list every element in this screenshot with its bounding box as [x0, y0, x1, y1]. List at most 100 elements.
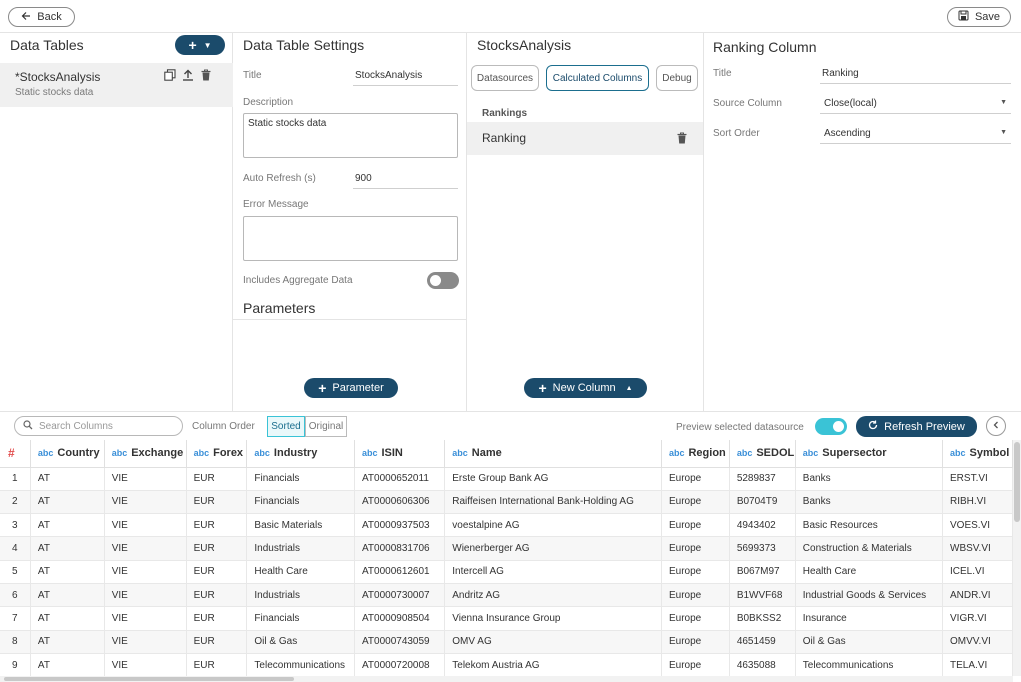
tab-datasources[interactable]: Datasources [471, 65, 539, 91]
back-button[interactable]: Back [8, 7, 75, 27]
table-row[interactable]: 7 AT VIE EUR Financials AT0000908504 Vienna In… [0, 606, 1013, 631]
save-button[interactable]: Save [947, 7, 1011, 27]
table-cell: AT0000831706 [354, 536, 446, 561]
table-cell: VIE [104, 630, 187, 654]
preview-grid: # abc Country abc Exchange abc Forex abc Industr… [0, 440, 1013, 676]
table-cell: Europe [661, 560, 730, 584]
table-cell: Oil & Gas [795, 630, 944, 654]
text-type-icon: abc [111, 448, 128, 459]
aggregate-toggle[interactable] [427, 272, 459, 289]
text-type-icon: abc [736, 448, 753, 459]
column-header-label: SEDOL [756, 447, 795, 460]
table-row[interactable]: 9 AT VIE EUR Telecommunications AT0000720008 T… [0, 653, 1013, 676]
table-row[interactable]: 4 AT VIE EUR Industrials AT0000831706 Wienerbe… [0, 536, 1013, 561]
chevron-left-icon [992, 421, 1000, 432]
data-tables-panel: Data Tables + ▼ *StocksAnalysis Static s… [0, 33, 233, 411]
search-columns-input[interactable]: Search Columns [14, 416, 183, 436]
source-column-select[interactable]: Close(local) ▼ [820, 98, 1011, 114]
add-parameter-button[interactable]: + Parameter [304, 378, 398, 398]
table-row[interactable]: 5 AT VIE EUR Health Care AT0000612601 Intercel… [0, 560, 1013, 584]
table-cell: AT [30, 653, 105, 676]
title-field[interactable]: StocksAnalysis [353, 70, 458, 86]
table-cell: Andritz AG [444, 583, 662, 608]
column-header-name[interactable]: abc Name [444, 440, 662, 468]
description-field[interactable]: Static stocks data [243, 113, 458, 158]
table-cell: Industrial Goods & Services [795, 583, 944, 608]
column-header-region[interactable]: abc Region [661, 440, 730, 468]
table-cell: AT0000720008 [354, 653, 446, 676]
table-cell: VIE [104, 606, 187, 631]
table-row[interactable]: 3 AT VIE EUR Basic Materials AT0000937503 voes… [0, 513, 1013, 538]
table-cell: B1WVF68 [729, 583, 796, 608]
column-header-isin[interactable]: abc ISIN [354, 440, 446, 468]
table-cell: VOES.VI [942, 513, 1013, 538]
new-column-button[interactable]: + New Column ▲ [524, 378, 647, 398]
table-row[interactable]: 6 AT VIE EUR Industrials AT0000730007 Andritz … [0, 583, 1013, 608]
text-type-icon: abc [802, 448, 819, 459]
error-message-field[interactable] [243, 216, 458, 261]
order-original-toggle[interactable]: Original [305, 416, 347, 437]
table-cell: VIGR.VI [942, 606, 1013, 631]
sort-order-select[interactable]: Ascending ▼ [820, 128, 1011, 144]
column-header-symbol[interactable]: abc Symbol [942, 440, 1013, 468]
save-label: Save [974, 11, 1001, 23]
datasource-panel: StocksAnalysis Datasources Calculated Co… [467, 33, 704, 411]
order-sorted-toggle[interactable]: Sorted [267, 416, 305, 437]
table-cell: Banks [795, 467, 944, 491]
column-header-industry[interactable]: abc Industry [246, 440, 355, 468]
table-cell: AT0000652011 [354, 467, 446, 491]
table-cell: ANDR.VI [942, 583, 1013, 608]
column-header-exchange[interactable]: abc Exchange [104, 440, 187, 468]
tab-debug[interactable]: Debug [656, 65, 698, 91]
refresh-preview-label: Refresh Preview [884, 420, 965, 433]
trash-icon[interactable] [200, 69, 212, 84]
table-cell: Industrials [246, 536, 355, 561]
column-header-label: ISIN [381, 447, 403, 460]
copy-icon[interactable] [164, 69, 176, 84]
table-row[interactable]: 2 AT VIE EUR Financials AT0000606306 Raiffeise… [0, 490, 1013, 515]
horizontal-scrollbar[interactable] [0, 676, 1013, 682]
row-number: 5 [0, 560, 31, 584]
table-cell: VIE [104, 513, 187, 538]
table-cell: Telecommunications [246, 653, 355, 676]
table-cell: AT0000606306 [354, 490, 446, 515]
table-cell: Europe [661, 630, 730, 654]
upload-icon[interactable] [182, 69, 194, 84]
column-header-forex[interactable]: abc Forex [186, 440, 248, 468]
refresh-icon [868, 420, 878, 433]
tab-calculated-columns[interactable]: Calculated Columns [546, 65, 649, 91]
table-cell: EUR [186, 630, 248, 654]
divider [233, 319, 466, 320]
trash-icon[interactable] [676, 132, 688, 147]
arrow-left-icon [21, 11, 31, 24]
calculated-column-item[interactable]: Ranking [467, 122, 703, 155]
table-cell: Insurance [795, 606, 944, 631]
column-header-supersector[interactable]: abc Supersector [795, 440, 944, 468]
auto-refresh-field[interactable]: 900 [353, 173, 458, 189]
column-header-sedol[interactable]: abc SEDOL [729, 440, 796, 468]
plus-icon: + [318, 380, 327, 396]
table-cell: B0BKSS2 [729, 606, 796, 631]
table-cell: EUR [186, 606, 248, 631]
table-cell: Europe [661, 583, 730, 608]
table-cell: VIE [104, 653, 187, 676]
add-data-table-button[interactable]: + ▼ [175, 35, 225, 55]
data-table-item[interactable]: *StocksAnalysis Static stocks data [0, 63, 233, 107]
preview-datasource-toggle[interactable] [815, 418, 847, 435]
table-cell: EUR [186, 560, 248, 584]
table-cell: Health Care [246, 560, 355, 584]
collapse-preview-button[interactable] [986, 416, 1006, 436]
ranking-title-field[interactable]: Ranking [820, 68, 1011, 84]
source-column-value: Close(local) [824, 98, 877, 109]
table-cell: VIE [104, 560, 187, 584]
vertical-scrollbar[interactable] [1013, 440, 1021, 676]
refresh-preview-button[interactable]: Refresh Preview [856, 416, 977, 437]
table-cell: Financials [246, 606, 355, 631]
column-header-label: Supersector [822, 447, 887, 460]
table-row[interactable]: 8 AT VIE EUR Oil & Gas AT0000743059 OMV AG Euro… [0, 630, 1013, 654]
column-header-country[interactable]: abc Country [30, 440, 105, 468]
table-cell: OMV AG [444, 630, 662, 654]
table-cell: OMVV.VI [942, 630, 1013, 654]
table-row[interactable]: 1 AT VIE EUR Financials AT0000652011 Erste Gro… [0, 467, 1013, 491]
table-cell: ERST.VI [942, 467, 1013, 491]
